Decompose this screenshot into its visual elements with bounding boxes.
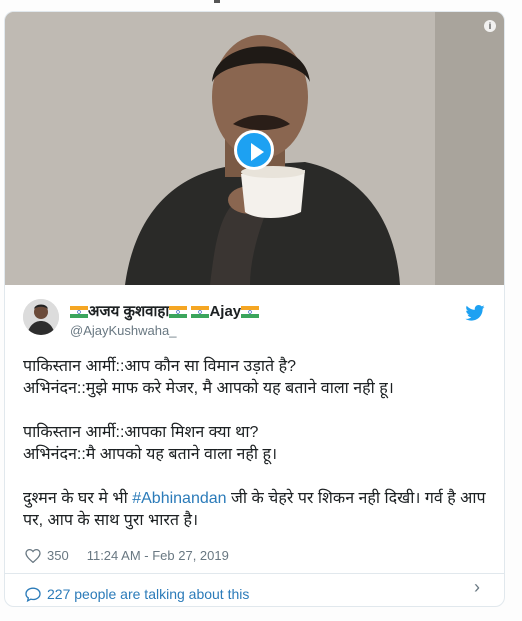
tweet-line-5: अभिनंदन::मै आपको यह बताने वाला नही हू। [23,446,278,463]
talking-link[interactable]: 227 people are talking about this [25,586,249,602]
tweet-header: अजय कुशवाहा Ajay @AjayKushwaha_ [23,299,493,341]
tweet-meta: 350 11:24 AM - Feb 27, 2019 [25,548,229,563]
tweet-line-1: पाकिस्तान आर्मी::आप कौन सा विमान उड़ाते … [23,358,296,375]
tweet-video[interactable]: i [5,12,504,285]
chevron-right-icon[interactable]: › [474,577,480,598]
tweet-last-para-before: दुश्मन के घर मे भी [23,490,133,507]
footer-divider [5,573,504,574]
india-flag-icon [191,306,210,318]
embedded-tweet-card[interactable]: i अजय कुशवाहा Ajay @AjayKushwaha_ पाकिस्… [4,11,505,607]
tweet-line-2: अभिनंदन::मुझे माफ करे मेजर, मै आपको यह ब… [23,380,394,397]
timestamp[interactable]: 11:24 AM - Feb 27, 2019 [87,548,229,563]
india-flag-icon [70,306,88,318]
india-flag-icon [241,306,260,318]
hashtag-link[interactable]: #Abhinandan [132,490,226,507]
display-name-english: Ajay [209,303,242,320]
avatar-image [23,299,59,335]
like-count[interactable]: 350 [47,548,69,563]
heart-icon[interactable] [25,548,41,563]
tweet-text: पाकिस्तान आर्मी::आप कौन सा विमान उड़ाते … [23,356,495,532]
display-name[interactable]: अजय कुशवाहा Ajay [70,301,260,321]
avatar[interactable] [23,299,59,335]
display-name-hindi: अजय कुशवाहा [88,303,170,320]
top-fragment [214,0,220,3]
talking-text: 227 people are talking about this [47,586,250,602]
play-button[interactable] [234,130,274,170]
twitter-bird-icon[interactable] [465,305,485,321]
user-handle[interactable]: @AjayKushwaha_ [70,323,176,338]
tweet-line-4: पाकिस्तान आर्मी::आपका मिशन क्या था? [23,424,259,441]
india-flag-icon [169,306,188,318]
play-icon [251,143,264,161]
info-icon[interactable]: i [484,20,496,32]
speech-bubble-icon [25,586,41,602]
